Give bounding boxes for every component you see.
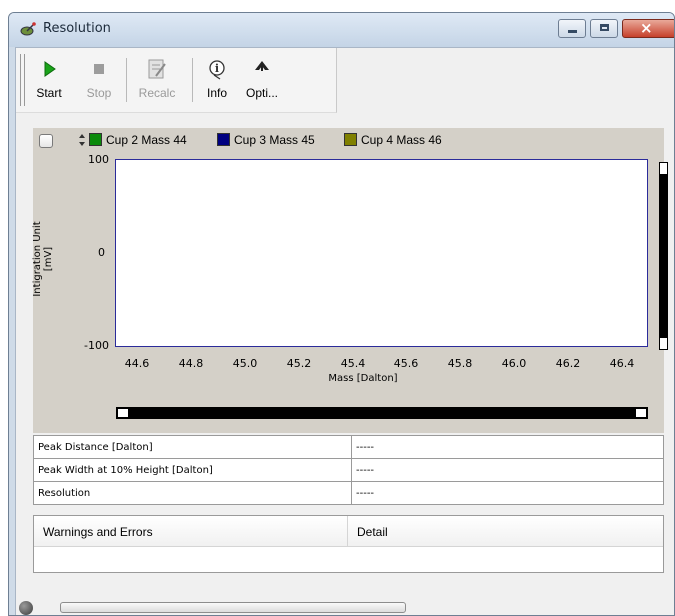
client-area: Start Stop Recalc i Info Opti... Cup 2 M… [15, 47, 674, 615]
legend-swatch-cup2 [89, 133, 102, 146]
peak-width-value: ----- [351, 458, 664, 482]
progress-bar [60, 602, 406, 613]
x-tick-label: 45.8 [447, 357, 473, 370]
legend-item-cup3[interactable]: Cup 3 Mass 45 [217, 133, 315, 147]
y-tick-label: -100 [84, 339, 109, 352]
recalc-button[interactable]: Recalc [128, 56, 186, 108]
x-zoom-handle-left[interactable] [118, 409, 128, 417]
maximize-button[interactable] [590, 19, 618, 38]
y-axis-title: Intigration Unit [mV] [32, 221, 54, 297]
start-button[interactable]: Start [28, 56, 70, 108]
legend-item-cup4[interactable]: Cup 4 Mass 46 [344, 133, 442, 147]
minimize-button[interactable] [558, 19, 586, 38]
stop-button[interactable]: Stop [78, 56, 120, 108]
recalc-icon [148, 59, 166, 79]
resolution-chart: Cup 2 Mass 44 Cup 3 Mass 45 Cup 4 Mass 4… [32, 128, 668, 433]
recalc-label: Recalc [138, 86, 176, 100]
info-label: Info [206, 86, 227, 100]
play-icon [44, 61, 56, 77]
minimize-icon [568, 30, 577, 33]
plot-area[interactable] [115, 159, 648, 347]
close-button[interactable]: × [622, 19, 674, 38]
x-tick-label: 46.4 [609, 357, 635, 370]
warnings-list[interactable]: Warnings and Errors Detail [33, 515, 664, 573]
resolution-window: Resolution × Start Stop Recalc i Info Op… [8, 12, 675, 616]
peak-distance-label: Peak Distance [Dalton] [33, 435, 352, 459]
info-button[interactable]: i Info [198, 56, 236, 108]
table-row: Peak Distance [Dalton] ----- [33, 435, 664, 459]
options-button[interactable]: Opti... [238, 56, 286, 108]
resolution-label: Resolution [33, 481, 352, 505]
hammer-icon [255, 61, 269, 71]
svg-text:i: i [215, 62, 219, 75]
stop-label: Stop [86, 86, 112, 100]
legend-swatch-cup4 [344, 133, 357, 146]
toolbar-separator [192, 58, 193, 102]
y-zoom-handle-bottom[interactable] [660, 338, 667, 349]
x-tick-label: 46.2 [555, 357, 581, 370]
y-zoom-scrollbar[interactable] [659, 162, 668, 350]
x-zoom-scrollbar[interactable] [116, 407, 648, 419]
info-icon: i [209, 60, 225, 80]
window-title: Resolution [43, 21, 111, 36]
x-tick-label: 45.2 [286, 357, 312, 370]
legend-label-cup4: Cup 4 Mass 46 [361, 133, 442, 147]
peak-distance-value: ----- [351, 435, 664, 459]
status-bar [16, 598, 674, 615]
y-tick-label: 0 [98, 246, 105, 259]
x-tick-label: 45.6 [393, 357, 419, 370]
toolbar: Start Stop Recalc i Info Opti... [16, 48, 337, 113]
table-row: Resolution ----- [33, 481, 664, 505]
x-axis-title: Mass [Dalton] [328, 373, 398, 384]
status-led-icon [19, 601, 33, 615]
satellite-dish-icon [20, 22, 36, 36]
y-zoom-handle-top[interactable] [660, 163, 667, 174]
chart-checkbox[interactable] [39, 134, 53, 148]
legend-label-cup3: Cup 3 Mass 45 [234, 133, 315, 147]
legend-swatch-cup3 [217, 133, 230, 146]
legend-label-cup2: Cup 2 Mass 44 [106, 133, 187, 147]
detail-column-header[interactable]: Detail [357, 525, 388, 539]
x-tick-label: 44.8 [178, 357, 204, 370]
x-tick-label: 45.4 [340, 357, 366, 370]
resolution-value: ----- [351, 481, 664, 505]
results-table: Peak Distance [Dalton] ----- Peak Width … [33, 435, 664, 505]
toolbar-separator [126, 58, 127, 102]
table-row: Peak Width at 10% Height [Dalton] ----- [33, 458, 664, 482]
options-label: Opti... [245, 86, 278, 100]
column-divider[interactable] [347, 516, 348, 546]
legend-spinner-icon[interactable] [77, 132, 87, 148]
peak-width-label: Peak Width at 10% Height [Dalton] [33, 458, 352, 482]
maximize-icon [600, 24, 609, 31]
warnings-column-header[interactable]: Warnings and Errors [43, 525, 153, 539]
x-tick-label: 46.0 [501, 357, 527, 370]
toolbar-grip[interactable] [20, 54, 25, 106]
x-tick-label: 44.6 [124, 357, 150, 370]
y-tick-label: 100 [88, 153, 109, 166]
x-tick-label: 45.0 [232, 357, 258, 370]
stop-icon [94, 64, 104, 74]
warnings-header: Warnings and Errors Detail [34, 516, 663, 547]
title-bar[interactable]: Resolution × [9, 13, 674, 47]
start-label: Start [36, 86, 62, 100]
legend-item-cup2[interactable]: Cup 2 Mass 44 [89, 133, 187, 147]
x-zoom-handle-right[interactable] [636, 409, 646, 417]
close-icon: × [640, 19, 653, 37]
